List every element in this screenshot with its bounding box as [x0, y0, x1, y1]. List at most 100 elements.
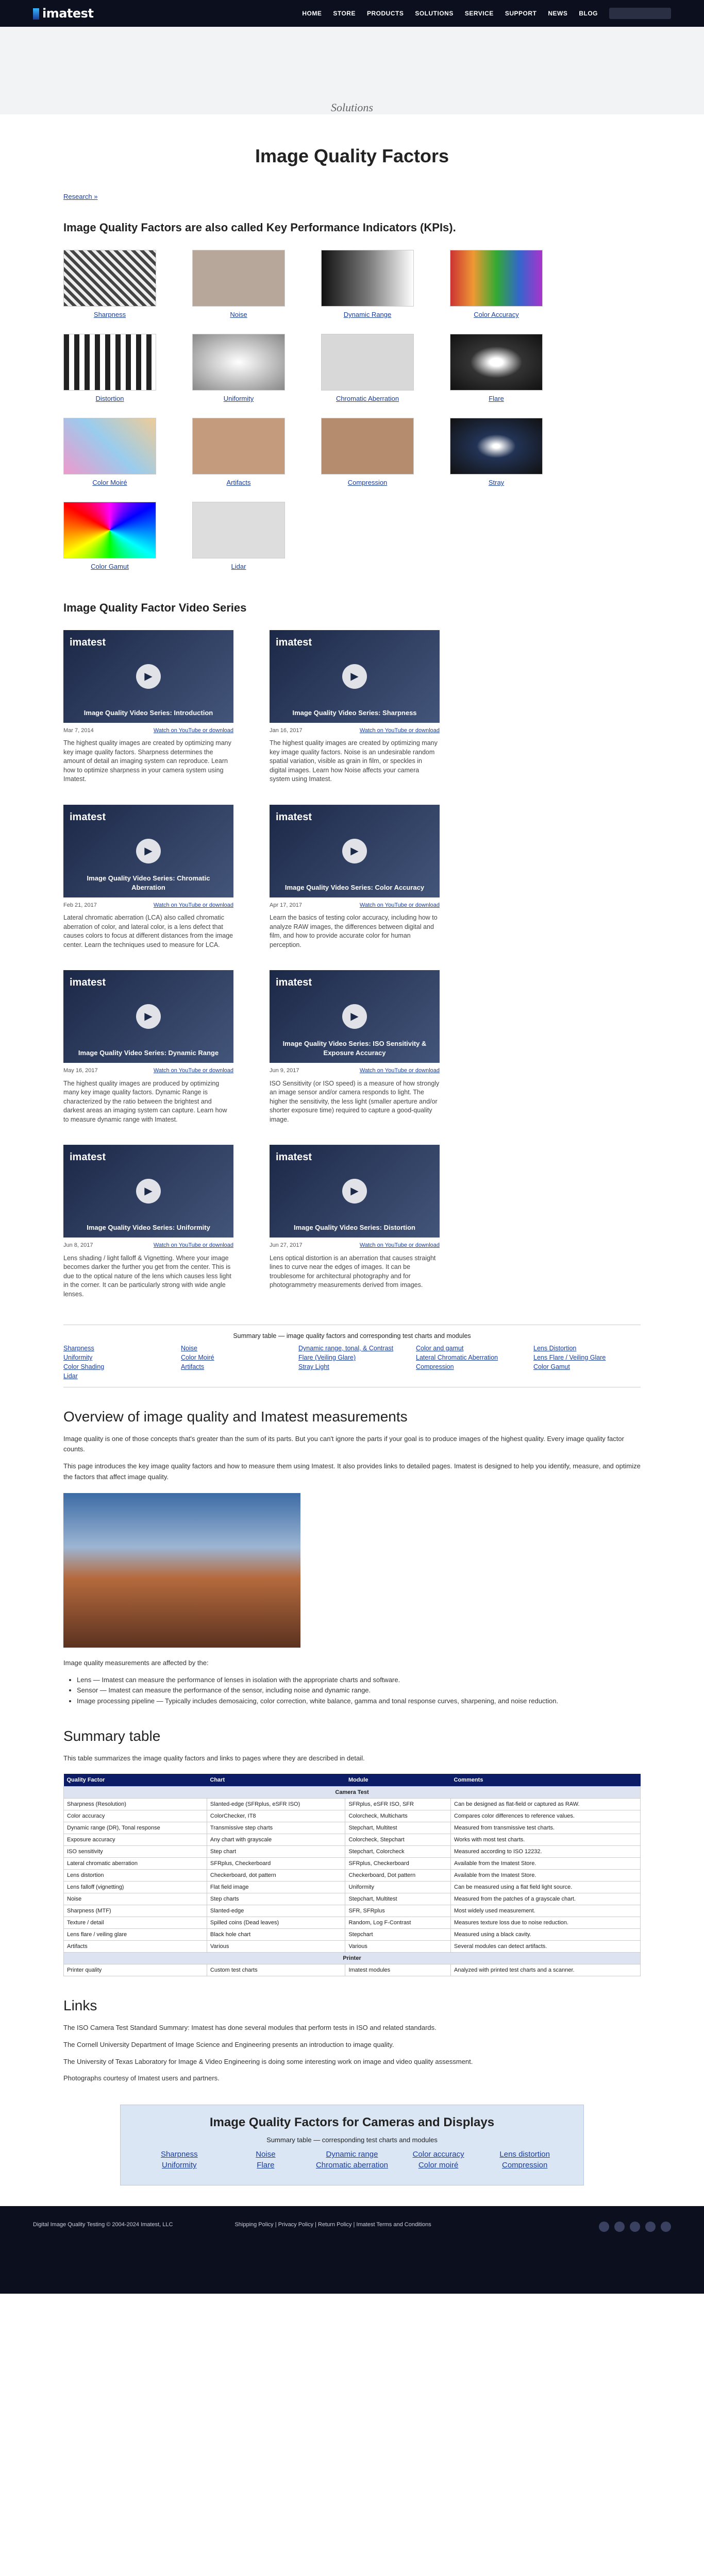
imatest-logo[interactable]: imatest: [33, 6, 94, 21]
video-watch-link[interactable]: Watch on YouTube or download: [154, 1242, 233, 1249]
factor-link[interactable]: Flare: [489, 395, 504, 402]
nav-store[interactable]: STORE: [333, 10, 356, 17]
cta-link[interactable]: Color accuracy: [400, 2150, 477, 2159]
play-icon[interactable]: ▶: [136, 664, 161, 689]
video-watch-link[interactable]: Watch on YouTube or download: [360, 1067, 440, 1075]
factor-card[interactable]: Color Gamut: [63, 502, 156, 570]
cta-link[interactable]: Dynamic range: [314, 2150, 390, 2159]
factor-link[interactable]: Noise: [230, 311, 247, 318]
factor-card[interactable]: Flare: [450, 334, 543, 402]
cta-link[interactable]: Uniformity: [141, 2161, 217, 2170]
nav-blog[interactable]: BLOG: [579, 10, 598, 17]
play-icon[interactable]: ▶: [342, 1179, 367, 1204]
video-thumbnail[interactable]: imatest ▶ Image Quality Video Series: Dist…: [270, 1145, 440, 1238]
breadcrumb-research[interactable]: Research »: [63, 193, 97, 200]
video-watch-link[interactable]: Watch on YouTube or download: [154, 1067, 233, 1075]
video-watch-link[interactable]: Watch on YouTube or download: [154, 727, 233, 735]
factor-link[interactable]: Distortion: [96, 395, 124, 402]
table-cell: Available from the Imatest Store.: [450, 1869, 641, 1882]
summary-link[interactable]: Noise: [181, 1345, 288, 1352]
factor-card[interactable]: Noise: [192, 250, 285, 318]
video-thumbnail[interactable]: imatest ▶ Image Quality Video Series: Colo…: [270, 804, 440, 897]
play-icon[interactable]: ▶: [342, 664, 367, 689]
video-card: imatest ▶ Image Quality Video Series: Intr…: [63, 630, 233, 784]
footer-links[interactable]: Shipping Policy | Privacy Policy | Retur…: [234, 2222, 431, 2228]
cta-link[interactable]: Flare: [228, 2161, 304, 2170]
video-thumbnail[interactable]: imatest ▶ Image Quality Video Series: Unif…: [63, 1145, 233, 1238]
video-watch-link[interactable]: Watch on YouTube or download: [154, 902, 233, 909]
factor-link[interactable]: Lidar: [231, 563, 246, 570]
play-icon[interactable]: ▶: [136, 838, 161, 863]
video-watch-link[interactable]: Watch on YouTube or download: [360, 727, 440, 735]
factor-card[interactable]: Color Moiré: [63, 418, 156, 486]
summary-link[interactable]: Lateral Chromatic Aberration: [416, 1354, 523, 1361]
nav-solutions[interactable]: SOLUTIONS: [415, 10, 454, 17]
cta-link[interactable]: Sharpness: [141, 2150, 217, 2159]
play-icon[interactable]: ▶: [136, 1179, 161, 1204]
factor-link[interactable]: Color Accuracy: [474, 311, 518, 318]
nav-products[interactable]: PRODUCTS: [367, 10, 404, 17]
summary-link[interactable]: Color Gamut: [533, 1363, 641, 1370]
summary-link[interactable]: Flare (Veiling Glare): [298, 1354, 406, 1361]
rss-icon[interactable]: [661, 2222, 671, 2232]
summary-link[interactable]: Sharpness: [63, 1345, 171, 1352]
cta-link[interactable]: Noise: [228, 2150, 304, 2159]
cta-link[interactable]: Lens distortion: [487, 2150, 563, 2159]
nav-home[interactable]: HOME: [302, 10, 322, 17]
video-description: Lens shading / light falloff & Vignettin…: [63, 1254, 231, 1298]
search-input[interactable]: [609, 8, 671, 19]
cta-link[interactable]: Color moiré: [400, 2161, 477, 2170]
play-icon[interactable]: ▶: [136, 1004, 161, 1029]
summary-link[interactable]: Compression: [416, 1363, 523, 1370]
factor-card[interactable]: Lidar: [192, 502, 285, 570]
breadcrumb[interactable]: Research »: [63, 193, 641, 200]
summary-link[interactable]: Stray Light: [298, 1363, 406, 1370]
factor-card[interactable]: Stray: [450, 418, 543, 486]
cta-link[interactable]: Compression: [487, 2161, 563, 2170]
factor-card[interactable]: Artifacts: [192, 418, 285, 486]
factor-card[interactable]: Uniformity: [192, 334, 285, 402]
video-thumbnail[interactable]: imatest ▶ Image Quality Video Series: Shar…: [270, 630, 440, 723]
cta-link[interactable]: Chromatic aberration: [314, 2161, 390, 2170]
nav-news[interactable]: NEWS: [548, 10, 567, 17]
video-thumbnail[interactable]: imatest ▶ Image Quality Video Series: ISO …: [270, 970, 440, 1063]
play-icon[interactable]: ▶: [342, 838, 367, 863]
summary-link[interactable]: Uniformity: [63, 1354, 171, 1361]
factor-link[interactable]: Chromatic Aberration: [336, 395, 399, 402]
video-watch-link[interactable]: Watch on YouTube or download: [360, 1242, 440, 1249]
factor-card[interactable]: Color Accuracy: [450, 250, 543, 318]
factor-card[interactable]: Chromatic Aberration: [321, 334, 414, 402]
summary-link[interactable]: Lens Flare / Veiling Glare: [533, 1354, 641, 1361]
factor-card[interactable]: Distortion: [63, 334, 156, 402]
facebook-icon[interactable]: [599, 2222, 609, 2232]
factor-link[interactable]: Sharpness: [94, 311, 126, 318]
linkedin-icon[interactable]: [630, 2222, 640, 2232]
nav-service[interactable]: SERVICE: [465, 10, 494, 17]
factor-link[interactable]: Uniformity: [224, 395, 254, 402]
youtube-icon[interactable]: [645, 2222, 656, 2232]
factor-card[interactable]: Dynamic Range: [321, 250, 414, 318]
factor-link[interactable]: Color Moiré: [92, 479, 127, 486]
summary-link[interactable]: Dynamic range, tonal, & Contrast: [298, 1345, 406, 1352]
summary-link[interactable]: Artifacts: [181, 1363, 288, 1370]
video-watch-link[interactable]: Watch on YouTube or download: [360, 902, 440, 909]
factor-link[interactable]: Dynamic Range: [344, 311, 392, 318]
summary-link[interactable]: Lidar: [63, 1372, 171, 1380]
video-thumbnail[interactable]: imatest ▶ Image Quality Video Series: Chro…: [63, 804, 233, 897]
summary-link[interactable]: Color Moiré: [181, 1354, 288, 1361]
factor-link[interactable]: Compression: [348, 479, 388, 486]
factor-card[interactable]: Sharpness: [63, 250, 156, 318]
nav-support[interactable]: SUPPORT: [505, 10, 537, 17]
play-icon[interactable]: ▶: [342, 1004, 367, 1029]
factor-link[interactable]: Color Gamut: [91, 563, 129, 570]
factor-link[interactable]: Stray: [489, 479, 504, 486]
factor-link[interactable]: Artifacts: [227, 479, 251, 486]
video-thumbnail[interactable]: imatest ▶ Image Quality Video Series: Dyna…: [63, 970, 233, 1063]
twitter-icon[interactable]: [614, 2222, 625, 2232]
summary-link[interactable]: Color and gamut: [416, 1345, 523, 1352]
summary-link[interactable]: Color Shading: [63, 1363, 171, 1370]
video-logo: imatest: [70, 1151, 106, 1163]
summary-link[interactable]: Lens Distortion: [533, 1345, 641, 1352]
factor-card[interactable]: Compression: [321, 418, 414, 486]
video-thumbnail[interactable]: imatest ▶ Image Quality Video Series: Intr…: [63, 630, 233, 723]
